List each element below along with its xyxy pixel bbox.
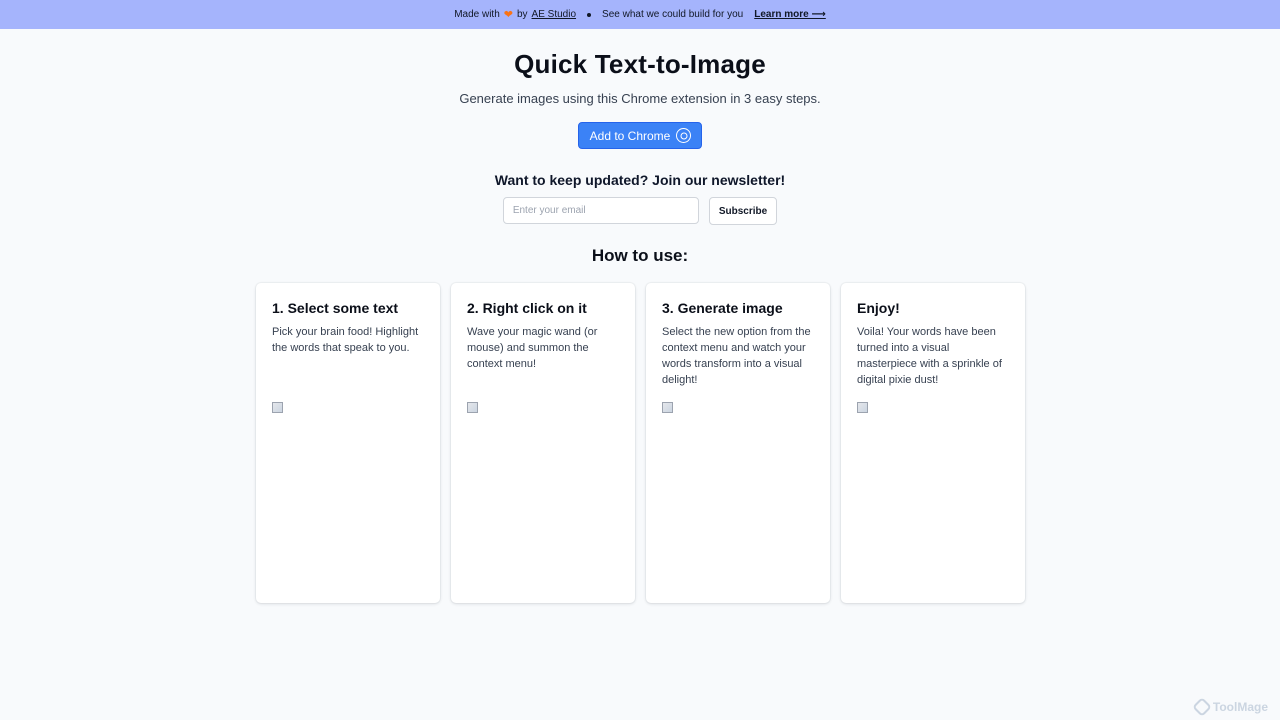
broken-image-icon [272,402,283,413]
broken-image-icon [662,402,673,413]
page-title: Quick Text-to-Image [514,49,766,79]
add-to-chrome-button[interactable]: Add to Chrome [577,122,703,149]
step-title: 3. Generate image [662,300,783,316]
ae-studio-link[interactable]: AE Studio [532,9,576,20]
step-title: 2. Right click on it [467,300,587,316]
watermark: ToolMage [1191,697,1268,717]
separator-dot [587,12,592,17]
chrome-icon [676,128,692,143]
step-card-3: 3. Generate image Select the new option … [646,283,830,603]
add-to-chrome-label: Add to Chrome [589,128,671,143]
broken-image-icon [467,402,478,413]
by-text: by [516,9,528,20]
step-card-4: Enjoy! Voila! Your words have been turne… [841,283,1025,603]
how-to-title: How to use: [591,246,689,265]
email-input[interactable] [502,197,699,224]
top-banner: Made with ❤ by AE Studio See what we cou… [0,0,1280,29]
newsletter-form: Subscribe [0,197,1280,225]
made-with-text: Made with [454,9,500,20]
step-text: Wave your magic wand (or mouse) and summ… [467,326,598,370]
step-card-2: 2. Right click on it Wave your magic wan… [451,283,635,603]
step-title: Enjoy! [857,300,900,316]
cta-text: See what we could build for you [602,9,744,20]
watermark-text: ToolMage [1212,700,1268,714]
learn-more-link[interactable]: Learn more ⟶ [754,9,826,20]
subscribe-button[interactable]: Subscribe [708,197,778,225]
newsletter-title: Want to keep updated? Join our newslette… [494,172,786,188]
step-text: Voila! Your words have been turned into … [857,326,1002,386]
hero-section: Quick Text-to-Image Generate images usin… [0,49,1280,267]
heart-icon: ❤ [503,9,513,21]
step-card-1: 1. Select some text Pick your brain food… [256,283,440,603]
broken-image-icon [857,402,868,413]
toolmage-logo-icon [1191,697,1212,717]
step-text: Pick your brain food! Highlight the word… [272,326,419,354]
steps-cards: 1. Select some text Pick your brain food… [256,283,1025,603]
page-subtitle: Generate images using this Chrome extens… [459,91,821,106]
step-title: 1. Select some text [272,300,399,316]
step-text: Select the new option from the context m… [662,326,811,386]
